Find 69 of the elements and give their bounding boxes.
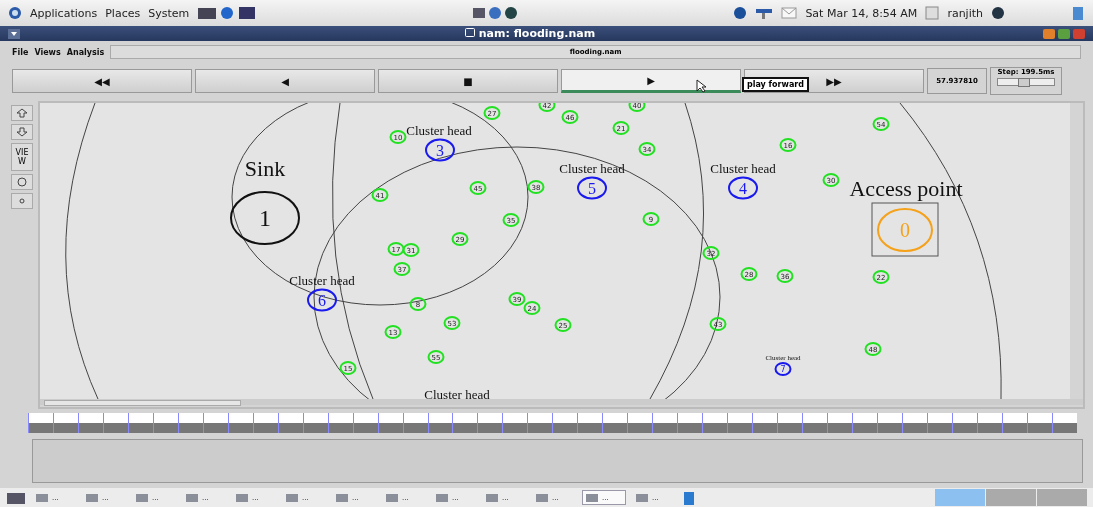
show-desktop-icon[interactable]	[6, 490, 26, 505]
step-slider-thumb[interactable]	[1018, 78, 1031, 87]
small-circle-button[interactable]	[11, 193, 33, 209]
panel-menu[interactable]: Applications	[30, 6, 98, 20]
cluster-head-node: 4	[728, 176, 758, 200]
zoom-out-button[interactable]	[11, 124, 33, 140]
playback-button[interactable]: ■	[378, 69, 558, 93]
horizontal-scrollbar[interactable]	[40, 399, 1083, 405]
logo-icon[interactable]	[8, 6, 22, 20]
taskbar-item[interactable]: ...	[382, 490, 426, 505]
cluster-head-node: 7	[774, 362, 792, 376]
taskbar-item[interactable]: ...	[482, 490, 526, 505]
cluster-head-node: 6	[307, 288, 337, 312]
mail-icon[interactable]	[781, 7, 798, 19]
menu-item[interactable]: Analysis	[66, 47, 105, 57]
taskbar-item[interactable]: ...	[632, 490, 676, 505]
taskbar-item[interactable]: ...	[32, 490, 76, 505]
circle-button[interactable]	[11, 174, 33, 190]
taskbar-item[interactable]: ...	[182, 490, 226, 505]
node-label: Cluster head	[559, 161, 625, 176]
node-label: Access point	[849, 176, 963, 201]
window-title: nam: flooding.nam	[478, 27, 596, 40]
taskbar-item[interactable]: ...	[132, 490, 176, 505]
node-label: Cluster head	[424, 387, 490, 399]
taskbar-item[interactable]: ...	[232, 490, 276, 505]
node-label: Sink	[244, 156, 286, 181]
workspace-switcher[interactable]	[935, 489, 985, 506]
down-arrow-icon	[16, 127, 28, 137]
view-button[interactable]: VIEW	[11, 143, 33, 171]
minimize-button[interactable]	[1043, 28, 1055, 39]
power-icon[interactable]	[991, 6, 1005, 20]
taskbar-item[interactable]: ...	[582, 490, 626, 505]
panel-menu[interactable]: Places	[105, 6, 141, 20]
taskbar-item[interactable]: ...	[282, 490, 326, 505]
timeline[interactable]	[28, 413, 1077, 433]
maximize-button[interactable]	[1058, 28, 1070, 39]
cluster-head-node: 5	[577, 176, 607, 200]
panel-clock[interactable]: Sat Mar 14, 8:54 AM	[805, 6, 918, 20]
cluster-head-node: 3	[425, 138, 455, 162]
sink-node: 1	[230, 191, 300, 245]
globe-icon[interactable]	[733, 6, 748, 20]
node-label: Cluster head	[289, 273, 355, 288]
user-name[interactable]: ranjith	[947, 6, 983, 20]
workspace-switcher[interactable]	[986, 489, 1036, 506]
small-circle-icon	[19, 198, 25, 204]
cursor-icon	[696, 79, 708, 93]
menu-item[interactable]: Views	[34, 47, 61, 57]
access-point-node: 0	[871, 202, 939, 257]
trash-icon[interactable]	[1071, 5, 1085, 21]
circle-icon	[17, 177, 27, 187]
taskbar-item[interactable]: ...	[532, 490, 576, 505]
tooltip: play forward	[742, 77, 809, 92]
playback-button[interactable]: ▶	[561, 69, 741, 93]
app-icon[interactable]	[682, 489, 696, 506]
taskbar-item[interactable]: ...	[332, 490, 376, 505]
menu-item[interactable]: File	[12, 47, 29, 57]
network-icon[interactable]	[755, 6, 774, 20]
panel-menu[interactable]: System	[148, 6, 190, 20]
zoom-in-button[interactable]	[11, 105, 33, 121]
taskbar-item[interactable]: ...	[82, 490, 126, 505]
workspace-switcher[interactable]	[1037, 489, 1087, 506]
up-arrow-icon	[16, 108, 28, 118]
node-label: Cluster head	[710, 161, 776, 176]
window-icon	[464, 28, 475, 37]
playback-button[interactable]: ◀	[195, 69, 375, 93]
taskbar-item[interactable]: ...	[432, 490, 476, 505]
window-menu-icon[interactable]	[8, 28, 20, 39]
playback-button[interactable]: ◀◀	[12, 69, 192, 93]
node-label: Cluster head	[406, 123, 472, 138]
